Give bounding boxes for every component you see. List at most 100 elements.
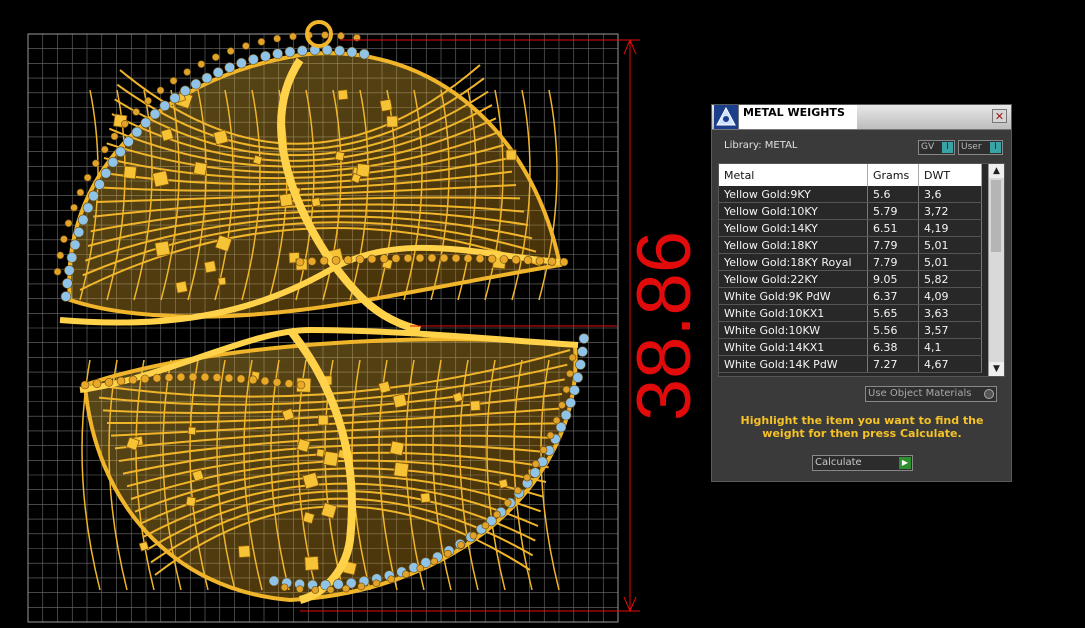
gold-bead	[272, 377, 282, 387]
gold-bead	[156, 86, 165, 95]
gold-bead	[558, 401, 566, 409]
gold-bead	[200, 372, 210, 382]
stone-bead	[201, 72, 213, 84]
gv-toggle[interactable]: GV I	[918, 140, 955, 155]
gold-bead	[475, 254, 485, 263]
table-row[interactable]: White Gold:10KX1 5.65 3,63	[719, 304, 982, 322]
table-scrollbar[interactable]: ▲ ▼	[988, 164, 1004, 376]
gold-bead	[487, 254, 497, 264]
app-logo-icon	[714, 105, 739, 129]
gold-bead	[296, 585, 304, 593]
gold-bead	[183, 68, 191, 76]
gold-bead	[236, 374, 246, 384]
gold-bead	[164, 373, 174, 382]
gold-bead	[546, 431, 555, 440]
stone-bead	[575, 359, 586, 370]
scroll-thumb[interactable]	[991, 180, 1001, 252]
decor-plate	[378, 380, 392, 394]
column-header-metal[interactable]: Metal	[719, 164, 868, 186]
gold-bead	[493, 510, 501, 519]
gold-bead	[387, 575, 396, 584]
metal-table: Metal Grams DWT Yellow Gold:9KY 5.6 3,6 Yel…	[718, 163, 1005, 377]
gold-bead	[402, 570, 410, 579]
panel-titlebar[interactable]: METAL WEIGHTS ✕	[712, 105, 1011, 130]
gold-bead	[513, 486, 522, 495]
stone-bead	[297, 45, 308, 56]
stone-bead	[82, 202, 94, 214]
decor-plate	[175, 280, 188, 294]
dwt-cell: 3,63	[918, 304, 982, 322]
metal-cell: Yellow Gold:22KY	[719, 270, 868, 288]
panel-title: METAL WEIGHTS	[739, 105, 857, 129]
gold-bead	[367, 254, 377, 264]
gold-bead	[144, 96, 152, 105]
grams-cell: 5.65	[867, 304, 919, 322]
decor-plate	[154, 240, 171, 257]
scroll-down-icon[interactable]: ▼	[989, 362, 1004, 376]
stone-bead	[577, 346, 588, 357]
table-row[interactable]: White Gold:14KX1 6.38 4,1	[719, 338, 982, 356]
stone-bead	[334, 45, 345, 57]
decor-plate	[123, 165, 137, 180]
gold-bead	[257, 38, 266, 46]
user-toggle[interactable]: User I	[958, 140, 1003, 155]
gold-bead	[547, 257, 557, 266]
table-row[interactable]: Yellow Gold:18KY Royal 7.79 5,01	[719, 253, 982, 271]
pendant-model[interactable]	[53, 20, 590, 604]
dwt-cell: 5,01	[918, 253, 982, 271]
stone-bead	[358, 48, 370, 60]
stone-bead	[179, 85, 191, 97]
gold-bead	[523, 473, 531, 482]
gold-bead	[430, 557, 439, 566]
grams-cell: 5.79	[867, 202, 919, 220]
table-row[interactable]: White Gold:10KW 5.56 3,57	[719, 321, 982, 339]
gold-bead	[169, 76, 178, 85]
table-row[interactable]: Yellow Gold:22KY 9.05 5,82	[719, 270, 982, 288]
use-object-materials-button[interactable]: Use Object Materials	[865, 386, 997, 402]
gold-bead	[331, 256, 341, 265]
stone-bead	[346, 46, 358, 58]
decor-plate	[505, 149, 517, 161]
gold-bead	[469, 531, 478, 540]
scroll-up-icon[interactable]: ▲	[989, 164, 1004, 178]
calculate-button[interactable]: Calculate ▶	[812, 455, 913, 471]
gold-bead	[226, 47, 235, 55]
grams-cell: 6.37	[867, 287, 919, 305]
gold-bead	[531, 460, 540, 468]
metal-cell: White Gold:14KX1	[719, 338, 868, 356]
table-row[interactable]: Yellow Gold:9KY 5.6 3,6	[719, 186, 982, 203]
decor-plate	[185, 496, 197, 507]
stone-bead	[62, 278, 73, 289]
table-row[interactable]: Yellow Gold:10KY 5.79 3,72	[719, 202, 982, 220]
table-row[interactable]: White Gold:14K PdW 7.27 4,67	[719, 355, 982, 373]
gold-bead	[121, 120, 129, 128]
gold-bead	[511, 255, 521, 265]
grams-cell: 5.56	[867, 321, 919, 339]
stone-bead	[94, 179, 105, 190]
decor-plate	[138, 540, 150, 552]
table-row[interactable]: Yellow Gold:18KY 7.79 5,01	[719, 236, 982, 254]
stone-bead	[224, 62, 236, 73]
stone-bead	[169, 92, 181, 104]
close-icon[interactable]: ✕	[992, 109, 1007, 123]
gold-bead	[307, 257, 317, 266]
table-row[interactable]: White Gold:9K PdW 6.37 4,09	[719, 287, 982, 305]
dwt-cell: 4,1	[918, 338, 982, 356]
gold-bead	[92, 159, 100, 168]
stone-bead	[77, 214, 89, 226]
decor-plate	[393, 461, 410, 478]
gold-bead	[562, 385, 571, 394]
gold-bead	[566, 369, 574, 378]
gold-bead	[280, 583, 289, 592]
stone-bead	[569, 384, 580, 396]
stone-bead	[115, 146, 126, 158]
gold-bead	[337, 32, 345, 40]
column-header-grams[interactable]: Grams	[867, 164, 919, 186]
stone-bead	[333, 579, 344, 590]
decor-plate	[193, 161, 208, 176]
gold-bead	[56, 251, 65, 260]
gold-bead	[539, 446, 548, 454]
table-row[interactable]: Yellow Gold:14KY 6.51 4,19	[719, 219, 982, 237]
stone-bead	[284, 46, 296, 58]
column-header-dwt[interactable]: DWT	[918, 164, 982, 186]
